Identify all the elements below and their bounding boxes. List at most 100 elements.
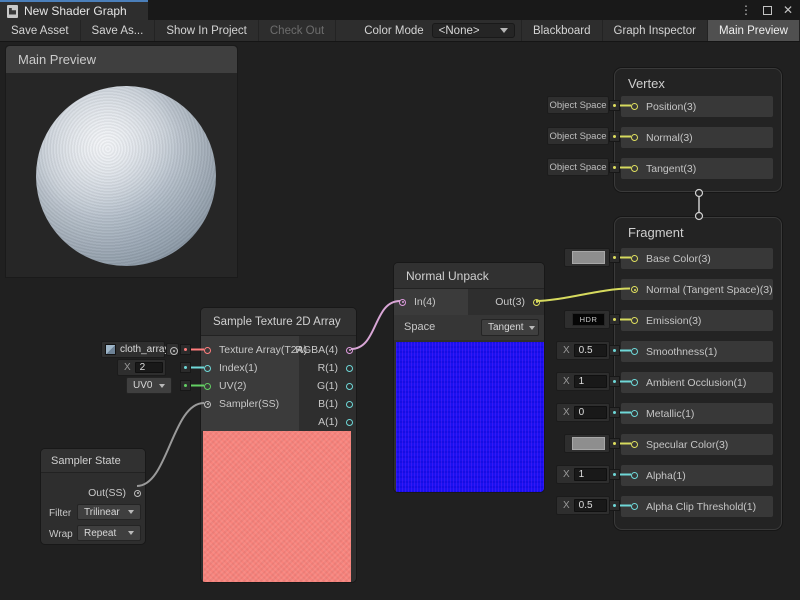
texture-array-port[interactable]	[204, 347, 211, 354]
dropdown-value: UV0	[133, 380, 152, 391]
position-port[interactable]	[631, 103, 638, 110]
metallic-port[interactable]	[631, 410, 638, 417]
port-label: Position(3)	[646, 101, 696, 113]
vertex-row-position: Position(3)	[621, 96, 773, 117]
value-input[interactable]: 0.5	[574, 499, 607, 512]
connector-stub	[609, 345, 620, 356]
node-title: Sampler State	[41, 449, 145, 473]
connector-stub	[180, 380, 191, 391]
specular-color-port[interactable]	[631, 441, 638, 448]
port-label: Emission(3)	[646, 315, 701, 327]
value-input[interactable]: 1	[574, 468, 607, 481]
port-label: Out(3)	[495, 296, 525, 308]
input-row: Index(1)	[204, 359, 258, 377]
uv-port[interactable]	[204, 383, 211, 390]
texture-array-object-field[interactable]: cloth_array	[101, 341, 165, 358]
dropdown-value: Trilinear	[84, 507, 120, 518]
port-label: Metallic(1)	[646, 408, 694, 420]
alpha-clip-port[interactable]	[631, 503, 638, 510]
texture-preview	[203, 431, 351, 583]
value-input[interactable]: 2	[135, 362, 163, 373]
smoothness-field[interactable]: X 0.5	[556, 341, 610, 360]
a-port[interactable]	[346, 419, 353, 426]
alpha-clip-field[interactable]: X 0.5	[556, 496, 610, 515]
alpha-field[interactable]: X 1	[556, 465, 610, 484]
ambient-occlusion-field[interactable]: X 1	[556, 372, 610, 391]
specular-color-swatch[interactable]	[564, 434, 610, 453]
port-label: Sampler(SS)	[219, 398, 279, 410]
r-port[interactable]	[346, 365, 353, 372]
graph-canvas[interactable]: Main Preview Vertex Position(3) Normal(3…	[0, 0, 800, 600]
out-port[interactable]	[533, 299, 540, 306]
index-port[interactable]	[204, 365, 211, 372]
x-label: X	[557, 345, 574, 356]
emission-hdr-swatch[interactable]: HDR	[564, 310, 610, 329]
vertex-row-tangent: Tangent(3)	[621, 158, 773, 179]
connector-stub	[609, 500, 620, 511]
vertex-node[interactable]: Vertex Position(3) Normal(3) Tangent(3)	[614, 68, 782, 192]
connector-stub	[180, 362, 191, 373]
fragment-node[interactable]: Fragment Base Color(3) Normal (Tangent S…	[614, 217, 782, 530]
smoothness-port[interactable]	[631, 348, 638, 355]
emission-port[interactable]	[631, 317, 638, 324]
filter-dropdown[interactable]: Trilinear	[77, 504, 141, 520]
connector-stub	[609, 162, 620, 173]
normal-port[interactable]	[631, 134, 638, 141]
port-label: Specular Color(3)	[646, 439, 728, 451]
object-picker-icon[interactable]	[166, 343, 179, 356]
space-dropdown[interactable]: Tangent	[481, 319, 539, 336]
alpha-port[interactable]	[631, 472, 638, 479]
out-ss-port[interactable]	[134, 490, 141, 497]
tangent-port[interactable]	[631, 165, 638, 172]
b-port[interactable]	[346, 401, 353, 408]
g-port[interactable]	[346, 383, 353, 390]
base-color-port[interactable]	[631, 255, 638, 262]
port-label: Out(SS)	[88, 487, 126, 499]
wrap-dropdown[interactable]: Repeat	[77, 525, 141, 541]
output-row: Out(3)	[495, 293, 540, 311]
connector-stub	[180, 344, 191, 355]
port-label: R(1)	[318, 362, 338, 374]
x-label: X	[557, 469, 574, 480]
value-input[interactable]: 0.5	[574, 344, 607, 357]
base-color-swatch[interactable]	[564, 248, 610, 267]
main-preview-viewport[interactable]	[6, 73, 237, 277]
normal-unpack-node[interactable]: Normal Unpack In(4) Out(3) Space Tangent	[393, 262, 545, 493]
hdr-color-swatch[interactable]: HDR	[572, 313, 605, 326]
value-input[interactable]: 0	[574, 406, 607, 419]
uv-channel-dropdown[interactable]: UV0	[126, 377, 172, 394]
edge-sampler-state[interactable]	[137, 403, 204, 486]
input-row: Texture Array(T2A)	[204, 341, 307, 359]
x-label: X	[118, 362, 135, 373]
main-preview-panel[interactable]: Main Preview	[5, 45, 238, 278]
output-row: A(1)	[318, 413, 353, 431]
normal-tangent-port[interactable]	[631, 286, 638, 293]
in-port[interactable]	[399, 299, 406, 306]
port-label: Ambient Occlusion(1)	[646, 377, 746, 389]
metallic-field[interactable]: X 0	[556, 403, 610, 422]
output-row: B(1)	[318, 395, 353, 413]
color-swatch[interactable]	[572, 251, 605, 264]
connector-stub	[609, 469, 620, 480]
color-swatch[interactable]	[572, 437, 605, 450]
connector-stub	[609, 100, 620, 111]
filter-label: Filter	[49, 504, 71, 522]
fragment-row-alpha: Alpha(1)	[621, 465, 773, 486]
fragment-row-metallic: Metallic(1)	[621, 403, 773, 424]
texture-thumbnail-icon	[105, 344, 116, 355]
normal-preview	[396, 342, 544, 493]
sampler-state-node[interactable]: Sampler State Out(SS) Filter Trilinear W…	[40, 448, 146, 545]
fragment-row-alpha-clip: Alpha Clip Threshold(1)	[621, 496, 773, 517]
object-space-chip: Object Space	[547, 127, 609, 145]
sampler-port[interactable]	[204, 401, 211, 408]
node-title: Normal Unpack	[394, 263, 544, 289]
ambient-occlusion-port[interactable]	[631, 379, 638, 386]
port-label: Base Color(3)	[646, 253, 711, 265]
rgba-port[interactable]	[346, 347, 353, 354]
sample-texture-2d-array-node[interactable]: Sample Texture 2D Array Texture Array(T2…	[200, 307, 357, 583]
index-field[interactable]: X 2	[117, 359, 166, 376]
output-row: G(1)	[317, 377, 353, 395]
vertex-node-title: Vertex	[628, 76, 665, 91]
port-label: Alpha(1)	[646, 470, 686, 482]
value-input[interactable]: 1	[574, 375, 607, 388]
